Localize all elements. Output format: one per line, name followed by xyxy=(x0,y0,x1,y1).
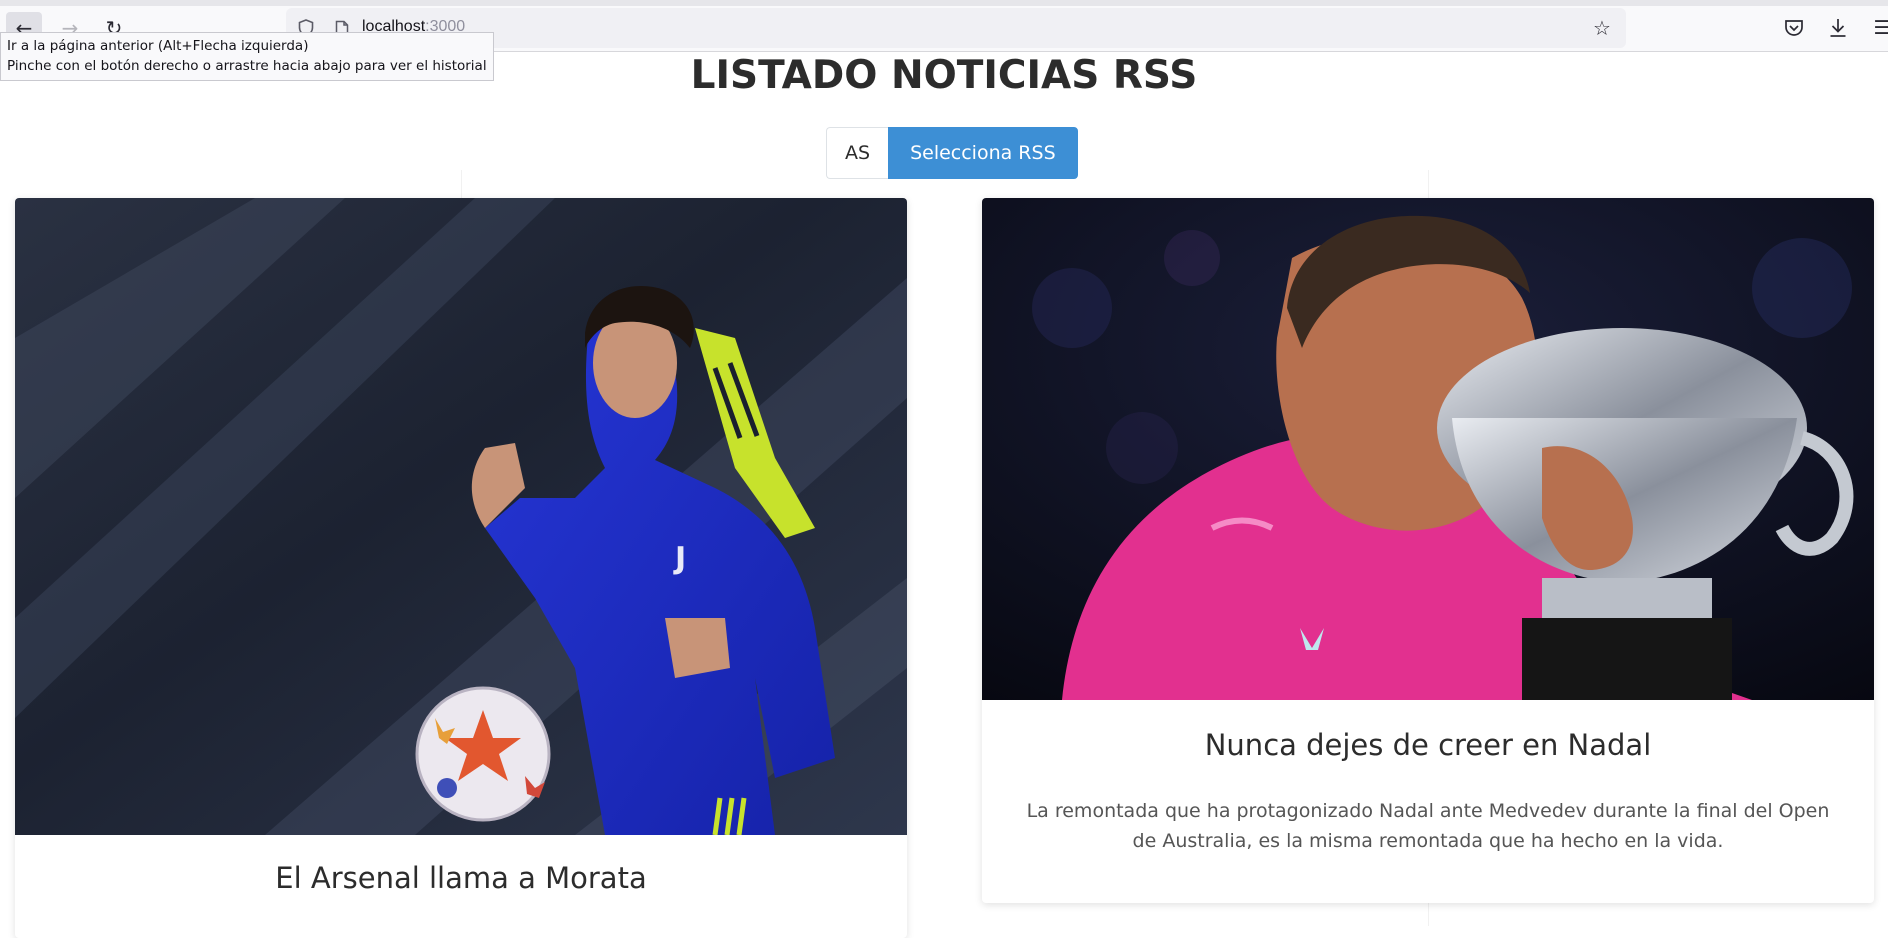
news-card[interactable]: Nunca dejes de creer en Nadal La remonta… xyxy=(982,198,1874,903)
tooltip-line-1: Ir a la página anterior (Alt+Flecha izqu… xyxy=(7,38,309,54)
pocket-icon xyxy=(1785,20,1803,36)
news-title[interactable]: Nunca dejes de creer en Nadal xyxy=(982,728,1874,762)
menu-button[interactable]: ☰ xyxy=(1866,12,1888,44)
news-card[interactable]: J El Arsenal llama a Morata xyxy=(15,198,907,938)
tooltip-line-2: Pinche con el botón derecho o arrastre h… xyxy=(7,58,487,74)
back-button-tooltip: Ir a la página anterior (Alt+Flecha izqu… xyxy=(0,32,494,81)
tab-strip-edge xyxy=(0,0,1888,6)
download-icon xyxy=(1830,19,1846,37)
svg-text:J: J xyxy=(673,541,686,576)
pocket-button[interactable] xyxy=(1778,12,1810,44)
rss-selector: AS Selecciona RSS xyxy=(826,127,1078,179)
menu-icon: ☰ xyxy=(1873,17,1888,39)
downloads-button[interactable] xyxy=(1822,12,1854,44)
news-image-football[interactable]: J xyxy=(15,198,907,835)
bookmark-star-icon[interactable]: ☆ xyxy=(1588,14,1616,42)
rss-source-label[interactable]: AS xyxy=(826,127,889,179)
select-rss-button[interactable]: Selecciona RSS xyxy=(888,127,1078,179)
news-description: La remontada que ha protagonizado Nadal … xyxy=(1026,800,1830,852)
news-title[interactable]: El Arsenal llama a Morata xyxy=(15,861,907,895)
news-image-tennis[interactable] xyxy=(982,198,1874,700)
